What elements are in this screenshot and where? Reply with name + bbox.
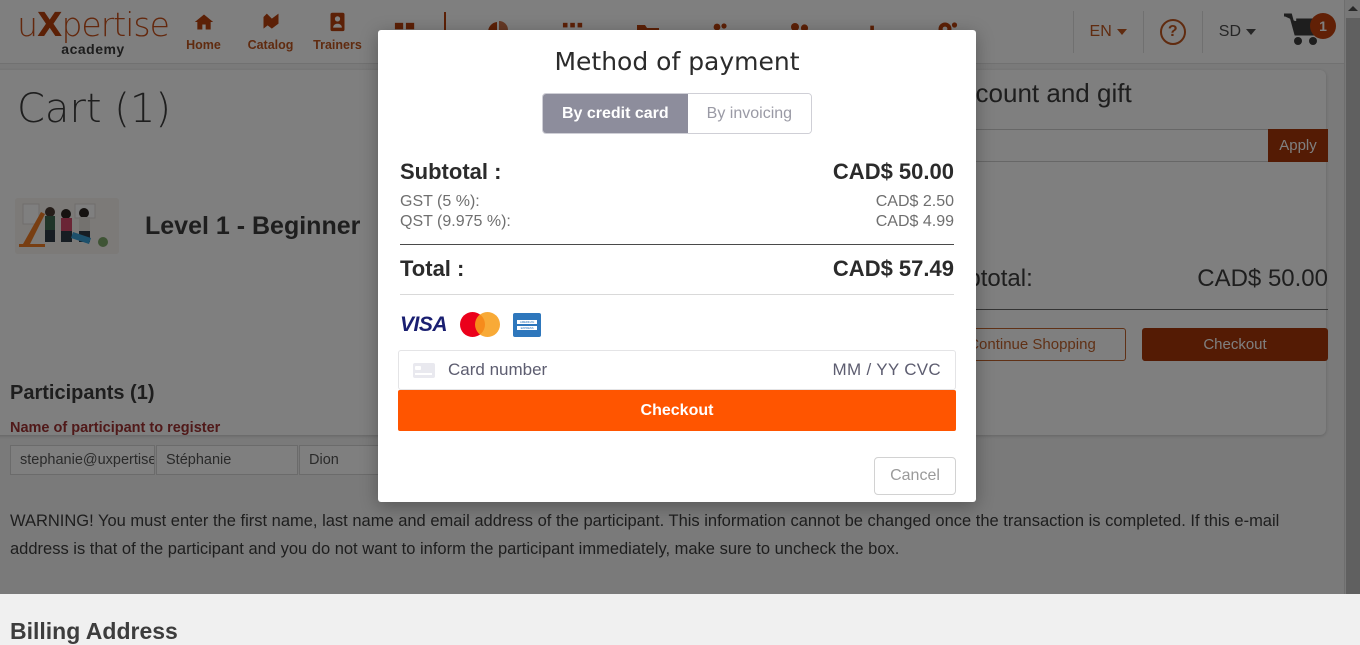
- gst-label: GST (5 %):: [400, 193, 480, 211]
- card-number-field[interactable]: Card number MM / YY CVC: [398, 350, 956, 390]
- mastercard-logo: [460, 312, 500, 337]
- total-divider: [400, 294, 954, 295]
- amounts-divider: [400, 244, 954, 245]
- tab-by-credit-card[interactable]: By credit card: [543, 94, 688, 133]
- qst-label: QST (9.975 %):: [400, 213, 511, 231]
- card-expiry-cvc-placeholder: MM / YY CVC: [833, 360, 941, 380]
- amex-line-1: AMERICAN: [517, 320, 537, 324]
- amex-logo: AMERICAN EXPRESS: [513, 313, 541, 337]
- qst-row: QST (9.975 %): CAD$ 4.99: [400, 213, 954, 231]
- modal-footer: Cancel: [398, 457, 956, 495]
- subtotal-value: CAD$ 50.00: [833, 159, 954, 185]
- total-row: Total : CAD$ 57.49: [400, 256, 954, 282]
- visa-logo: VISA: [400, 313, 447, 337]
- total-label: Total :: [400, 256, 464, 282]
- subtotal-row: Subtotal : CAD$ 50.00: [400, 159, 954, 185]
- subtotal-label: Subtotal :: [400, 159, 501, 185]
- billing-address-heading: Billing Address: [10, 618, 178, 645]
- payment-method-modal: Method of payment By credit card By invo…: [378, 30, 976, 502]
- accepted-card-brands: VISA AMERICAN EXPRESS: [398, 312, 956, 337]
- amounts-section: Subtotal : CAD$ 50.00 GST (5 %): CAD$ 2.…: [398, 159, 956, 295]
- qst-value: CAD$ 4.99: [876, 213, 954, 231]
- credit-card-icon: [413, 363, 435, 378]
- amex-line-2: EXPRESS: [517, 326, 537, 330]
- tab-by-invoicing[interactable]: By invoicing: [688, 94, 811, 133]
- total-value: CAD$ 57.49: [833, 256, 954, 282]
- modal-title: Method of payment: [398, 47, 956, 76]
- gst-value: CAD$ 2.50: [876, 193, 954, 211]
- modal-checkout-button[interactable]: Checkout: [398, 390, 956, 431]
- card-number-placeholder: Card number: [448, 360, 833, 380]
- payment-method-tabs: By credit card By invoicing: [398, 93, 956, 134]
- gst-row: GST (5 %): CAD$ 2.50: [400, 193, 954, 211]
- cancel-button[interactable]: Cancel: [874, 457, 956, 495]
